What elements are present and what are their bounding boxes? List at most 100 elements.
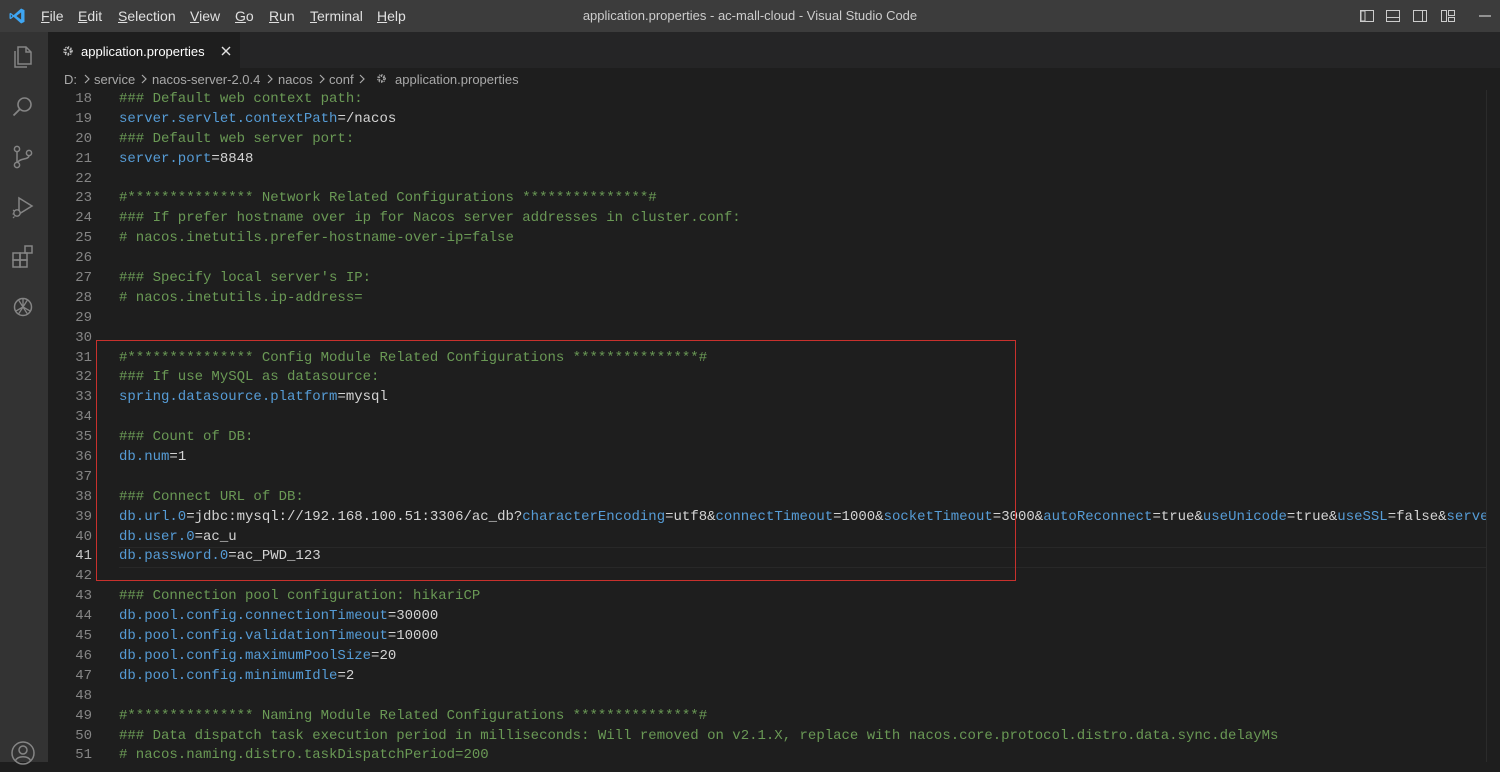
line-number: 44 (75, 608, 92, 625)
line-number: 38 (75, 488, 92, 505)
editor-scrollbar[interactable] (1486, 90, 1500, 762)
window-title: application.properties - ac-mall-cloud -… (582, 8, 918, 23)
code-line[interactable]: 29 (48, 309, 1486, 329)
search-icon[interactable] (9, 93, 37, 121)
run-debug-icon[interactable] (9, 193, 37, 221)
explorer-icon[interactable] (9, 43, 37, 71)
line-number: 31 (75, 349, 92, 366)
code-line[interactable]: 26 (48, 249, 1486, 269)
line-content: ### Specify local server's IP: (119, 270, 372, 287)
code-line[interactable]: 34 (48, 408, 1486, 428)
code-line[interactable]: 48 (48, 687, 1486, 707)
line-content: db.url.0=jdbc:mysql://192.168.100.51:330… (119, 508, 1486, 525)
line-content: server.port=8848 (119, 150, 254, 167)
menu-selection[interactable]: Selection (118, 0, 176, 32)
breadcrumb-item-service[interactable]: service (94, 68, 135, 90)
code-line[interactable]: 27 ### Specify local server's IP: (48, 269, 1486, 289)
code-line[interactable]: 47 db.pool.config.minimumIdle=2 (48, 667, 1486, 687)
line-content: ### If prefer hostname over ip for Nacos… (119, 210, 741, 227)
line-number: 23 (75, 190, 92, 207)
code-line[interactable]: 33 spring.datasource.platform=mysql (48, 388, 1486, 408)
code-line[interactable]: 25 # nacos.inetutils.prefer-hostname-over… (48, 229, 1486, 249)
line-content: ### Connect URL of DB: (119, 488, 304, 505)
breadcrumb-item-nacos[interactable]: nacos (278, 68, 313, 90)
code-line[interactable]: 49 #*************** Naming Module Related… (48, 707, 1486, 727)
line-number: 42 (75, 568, 92, 585)
code-editor[interactable]: 18 ### Default web context path: 19 server.… (48, 90, 1500, 762)
code-line[interactable]: 44 db.pool.config.connectionTimeout=30000 (48, 607, 1486, 627)
line-number: 37 (75, 468, 92, 485)
minimize-icon[interactable] (1478, 9, 1492, 23)
line-content: # nacos.inetutils.ip-address= (119, 289, 363, 306)
code-line[interactable]: 41 db.password.0=ac_PWD_123 (48, 547, 1486, 569)
line-number: 50 (75, 727, 92, 744)
code-line[interactable]: 35 ### Count of DB: (48, 428, 1486, 448)
line-content: db.pool.config.validationTimeout=10000 (119, 628, 439, 645)
line-content: server.servlet.contextPath=/nacos (119, 110, 397, 127)
account-icon[interactable] (9, 739, 37, 767)
line-content: db.password.0=ac_PWD_123 (119, 548, 321, 565)
vscode-logo-icon (8, 7, 26, 25)
menu-view[interactable]: View (190, 0, 220, 32)
code-line[interactable]: 36 db.num=1 (48, 448, 1486, 468)
code-line[interactable]: 22 (48, 170, 1486, 190)
toggle-panel-icon[interactable] (1385, 8, 1401, 24)
source-control-icon[interactable] (9, 143, 37, 171)
code-line[interactable]: 42 (48, 567, 1486, 587)
line-content: db.pool.config.maximumPoolSize=20 (119, 647, 397, 664)
line-content: db.num=1 (119, 449, 187, 466)
code-line[interactable]: 32 ### If use MySQL as datasource: (48, 368, 1486, 388)
line-number: 45 (75, 628, 92, 645)
code-line[interactable]: 28 # nacos.inetutils.ip-address= (48, 289, 1486, 309)
code-line[interactable]: 40 db.user.0=ac_u (48, 528, 1486, 548)
line-number: 25 (75, 230, 92, 247)
close-icon[interactable] (219, 44, 233, 58)
extensions-icon[interactable] (9, 243, 37, 271)
line-number: 47 (75, 667, 92, 684)
toggle-primary-sidebar-icon[interactable] (1359, 8, 1375, 24)
menu-edit[interactable]: Edit (78, 0, 102, 32)
code-line[interactable]: 20 ### Default web server port: (48, 130, 1486, 150)
breadcrumb-item-file[interactable]: application.properties (395, 68, 519, 90)
menu-terminal[interactable]: Terminal (310, 0, 363, 32)
breadcrumb-item-nacos-server[interactable]: nacos-server-2.0.4 (152, 68, 260, 90)
code-line[interactable]: 23 #*************** Network Related Confi… (48, 189, 1486, 209)
menu-file[interactable]: File (41, 0, 64, 32)
menu-help[interactable]: Help (377, 0, 406, 32)
code-line[interactable]: 50 ### Data dispatch task execution perio… (48, 727, 1486, 747)
code-line[interactable]: 46 db.pool.config.maximumPoolSize=20 (48, 647, 1486, 667)
chevron-right-icon (84, 74, 90, 84)
line-content: ### Connection pool configuration: hikar… (119, 588, 481, 605)
chevron-right-icon (267, 74, 273, 84)
line-content: #*************** Network Related Configu… (119, 190, 657, 207)
toggle-secondary-sidebar-icon[interactable] (1412, 8, 1428, 24)
code-line[interactable]: 39 db.url.0=jdbc:mysql://192.168.100.51:3… (48, 508, 1486, 528)
customize-layout-icon[interactable] (1440, 8, 1456, 24)
code-line[interactable]: 19 server.servlet.contextPath=/nacos (48, 110, 1486, 130)
line-content: ### Default web context path: (119, 91, 363, 107)
breadcrumb-item-drive[interactable]: D: (64, 68, 77, 90)
code-line[interactable]: 51 # nacos.naming.distro.taskDispatchPeri… (48, 746, 1486, 762)
tab-application-properties[interactable]: application.properties (48, 32, 240, 69)
line-content: #*************** Naming Module Related C… (119, 707, 708, 724)
gear-icon (61, 44, 75, 58)
code-line[interactable]: 30 (48, 329, 1486, 349)
code-line[interactable]: 38 ### Connect URL of DB: (48, 488, 1486, 508)
code-line[interactable]: 31 #*************** Config Module Related… (48, 349, 1486, 369)
code-line[interactable]: 43 ### Connection pool configuration: hik… (48, 587, 1486, 607)
code-line[interactable]: 24 ### If prefer hostname over ip for Nac… (48, 209, 1486, 229)
line-number: 20 (75, 130, 92, 147)
line-number: 30 (75, 329, 92, 346)
chevron-right-icon (141, 74, 147, 84)
line-number: 18 (75, 91, 92, 107)
chatgpt-icon[interactable] (9, 293, 37, 321)
code-line[interactable]: 37 (48, 468, 1486, 488)
code-line[interactable]: 21 server.port=8848 (48, 150, 1486, 170)
line-content: # nacos.naming.distro.taskDispatchPeriod… (119, 747, 489, 762)
line-number: 39 (75, 508, 92, 525)
code-line[interactable]: 18 ### Default web context path: (48, 90, 1486, 110)
code-line[interactable]: 45 db.pool.config.validationTimeout=10000 (48, 627, 1486, 647)
menu-run[interactable]: Run (269, 0, 295, 32)
breadcrumb-item-conf[interactable]: conf (329, 68, 354, 90)
menu-go[interactable]: Go (235, 0, 254, 32)
